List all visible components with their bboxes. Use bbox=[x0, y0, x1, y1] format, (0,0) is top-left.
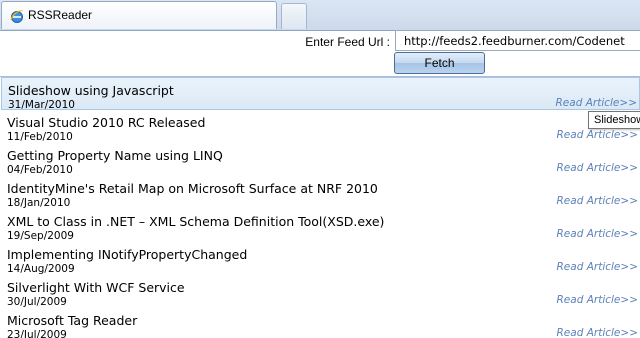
read-article-link[interactable]: Read Article>> bbox=[557, 162, 638, 174]
read-article-link[interactable]: Read Article>> bbox=[557, 294, 638, 306]
feed-url-label: Enter Feed Url : bbox=[305, 35, 390, 49]
article-title: Slideshow using Javascript bbox=[8, 83, 174, 98]
article-title: Visual Studio 2010 RC Released bbox=[7, 115, 206, 130]
list-item[interactable]: Microsoft Tag Reader 23/Jul/2009 Read Ar… bbox=[1, 308, 640, 338]
article-title: XML to Class in .NET – XML Schema Defini… bbox=[7, 214, 385, 229]
article-title: Microsoft Tag Reader bbox=[7, 313, 138, 328]
read-article-link[interactable]: Read Article>> bbox=[557, 261, 638, 273]
read-article-link[interactable]: Read Article>> bbox=[557, 129, 638, 141]
tab-strip: RSSReader bbox=[0, 0, 640, 31]
read-article-link[interactable]: Read Article>> bbox=[556, 97, 637, 109]
article-title: Silverlight With WCF Service bbox=[7, 280, 185, 295]
ie-icon bbox=[9, 8, 25, 24]
fetch-button[interactable]: Fetch bbox=[394, 52, 485, 74]
tab-rssreader[interactable]: RSSReader bbox=[1, 1, 277, 29]
read-article-link[interactable]: Read Article>> bbox=[557, 327, 638, 338]
list-item[interactable]: IdentityMine's Retail Map on Microsoft S… bbox=[1, 176, 640, 209]
article-title: Getting Property Name using LINQ bbox=[7, 148, 223, 163]
list-item[interactable]: Getting Property Name using LINQ 04/Feb/… bbox=[1, 143, 640, 176]
article-date: 30/Jul/2009 bbox=[7, 296, 67, 308]
article-date: 11/Feb/2010 bbox=[7, 131, 73, 143]
list-item[interactable]: Slideshow using Javascript 31/Mar/2010 R… bbox=[1, 77, 640, 111]
list-item[interactable]: XML to Class in .NET – XML Schema Defini… bbox=[1, 209, 640, 242]
read-article-link[interactable]: Read Article>> bbox=[557, 228, 638, 240]
list-item[interactable]: Silverlight With WCF Service 30/Jul/2009… bbox=[1, 275, 640, 308]
article-date: 04/Feb/2010 bbox=[7, 164, 73, 176]
new-tab-button[interactable] bbox=[281, 3, 307, 29]
list-item[interactable]: Visual Studio 2010 RC Released 11/Feb/20… bbox=[1, 110, 640, 143]
article-date: 14/Aug/2009 bbox=[7, 263, 75, 275]
article-date: 18/Jan/2010 bbox=[7, 197, 71, 209]
article-title: IdentityMine's Retail Map on Microsoft S… bbox=[7, 181, 378, 196]
article-date: 19/Sep/2009 bbox=[7, 230, 74, 242]
article-list[interactable]: Slideshow using Javascript 31/Mar/2010 R… bbox=[0, 76, 640, 338]
list-item[interactable]: Implementing INotifyPropertyChanged 14/A… bbox=[1, 242, 640, 275]
tab-title: RSSReader bbox=[28, 8, 93, 22]
feed-url-input[interactable] bbox=[395, 30, 640, 51]
read-article-link[interactable]: Read Article>> bbox=[557, 195, 638, 207]
article-title: Implementing INotifyPropertyChanged bbox=[7, 247, 248, 262]
tooltip: Slideshow bbox=[588, 111, 640, 129]
